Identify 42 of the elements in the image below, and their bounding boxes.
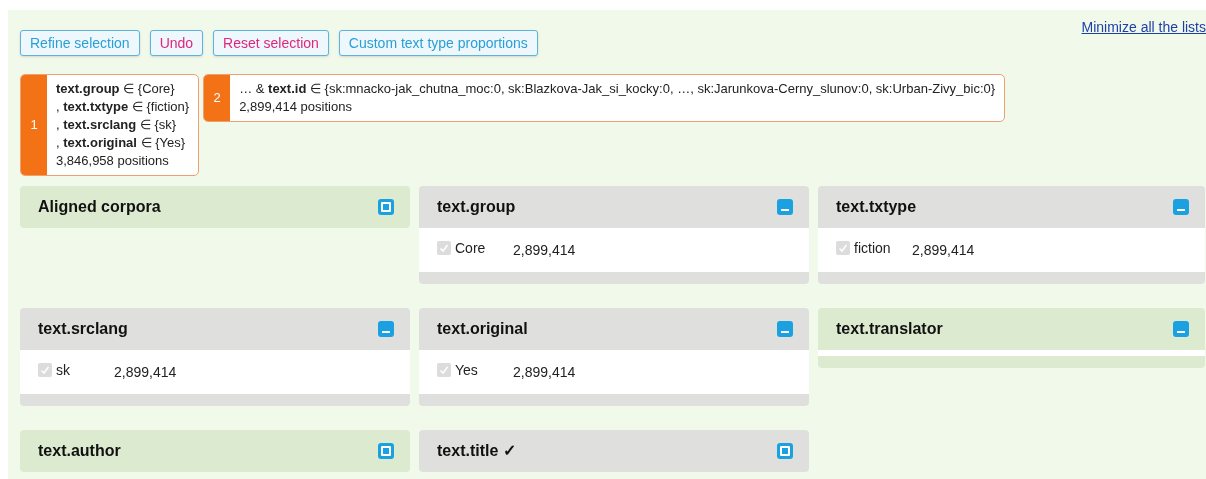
condition-text: , text.original ∈ {Yes} <box>56 134 187 152</box>
checkbox[interactable] <box>437 363 451 377</box>
item-count: 2,899,414 <box>513 362 576 382</box>
condition-text: … & text.id ∈ {sk:mnacko-jak_chutna_moc:0, sk:Blazkova-Jak_si_kocky:0, …, sk:Jarunkova-Cerny_slunov:0, sk:Urban-Zivy_bic:0} <box>239 80 996 98</box>
minimize-icon[interactable] <box>1173 199 1189 215</box>
panel-title: Aligned corpora <box>38 197 161 217</box>
item-count: 2,899,414 <box>912 240 975 260</box>
toolbar-button[interactable]: Refine selection <box>20 30 140 56</box>
panel-title: text.translator <box>836 319 943 339</box>
minimize-link[interactable]: Minimize all the lists <box>1081 17 1206 38</box>
step-number: 1 <box>30 116 38 135</box>
minimize-icon[interactable] <box>1173 321 1189 337</box>
toolbar-button[interactable]: Undo <box>149 30 204 56</box>
expand-icon[interactable] <box>777 443 793 459</box>
condition-text: , text.srclang ∈ {sk} <box>56 116 178 134</box>
item-label: Yes <box>455 360 479 380</box>
panel-title: text.title ✓ <box>437 441 516 461</box>
condition-text: , text.txtype ∈ {fiction} <box>56 98 190 116</box>
positions-count: 3,846,958 positions <box>56 152 170 170</box>
minimize-icon[interactable] <box>777 321 793 337</box>
panel-title: text.original <box>437 319 528 339</box>
toolbar-button[interactable]: Custom text type proportions <box>338 30 538 56</box>
panel-title: text.srclang <box>38 319 128 339</box>
checkbox[interactable] <box>836 241 850 255</box>
item-label: fiction <box>854 238 892 258</box>
item-label: Core <box>455 238 487 258</box>
item-count: 2,899,414 <box>114 362 177 382</box>
checkbox[interactable] <box>38 363 52 377</box>
minimize-icon[interactable] <box>777 199 793 215</box>
toolbar-button[interactable]: Reset selection <box>213 30 329 56</box>
panel-title: text.author <box>38 441 121 461</box>
step-number: 2 <box>213 89 221 108</box>
item-label: sk <box>56 360 71 380</box>
minimize-icon[interactable] <box>378 321 394 337</box>
item-count: 2,899,414 <box>513 240 576 260</box>
positions-count: 2,899,414 positions <box>239 98 353 116</box>
panel-title: text.group <box>437 197 516 217</box>
checkbox[interactable] <box>437 241 451 255</box>
expand-icon[interactable] <box>378 443 394 459</box>
panel-title: text.txtype <box>836 197 917 217</box>
expand-icon[interactable] <box>378 199 394 215</box>
condition-text: text.group ∈ {Core} <box>56 80 176 98</box>
